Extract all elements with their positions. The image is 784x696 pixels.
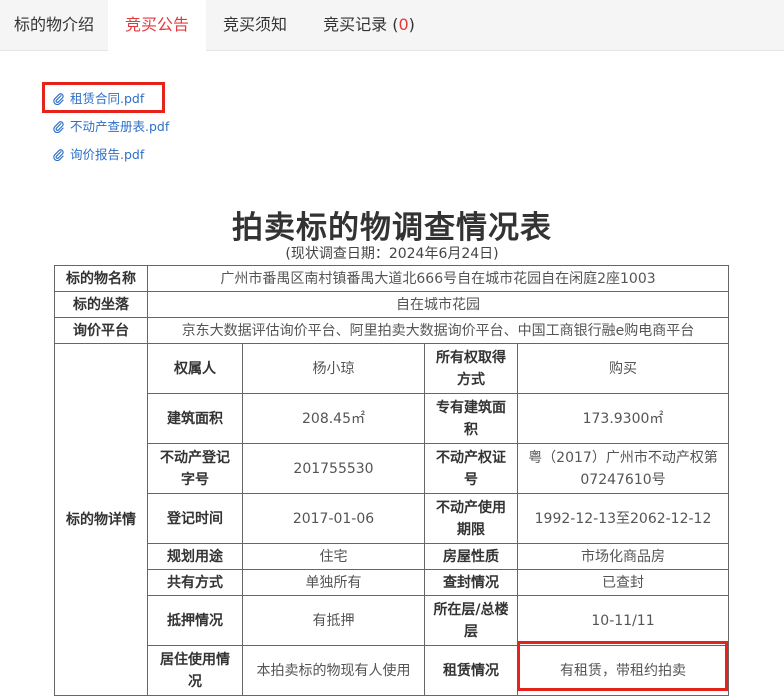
tab-bid-records[interactable]: 竞买记录 (0) — [304, 0, 434, 50]
area-value: 208.45㎡ — [242, 393, 425, 444]
location-value: 自在城市花园 — [146, 291, 730, 318]
seal-label: 查封情况 — [424, 569, 518, 596]
table-row: 标的物名称 广州市番禺区南村镇番禺大道北666号自在城市花园自在闲庭2座1003 — [54, 265, 730, 292]
mortgage-value: 有抵押 — [242, 595, 425, 646]
floor-value: 10-11/11 — [516, 595, 730, 646]
table-row: 不动产登记字号 201755530 不动产权证号 粤（2017）广州市不动产权第… — [55, 443, 730, 494]
paperclip-icon — [53, 93, 64, 106]
location-label: 标的坐落 — [54, 291, 148, 318]
mortgage-label: 抵押情况 — [147, 595, 243, 646]
tab-label: 竞买记录 ( — [323, 15, 399, 34]
reg-time-value: 2017-01-06 — [242, 493, 425, 544]
attachment-name: 不动产查册表.pdf — [70, 119, 170, 134]
tab-auction-notice[interactable]: 竞买公告 — [108, 0, 206, 51]
area-label: 建筑面积 — [147, 393, 243, 444]
tab-bidding-rules[interactable]: 竞买须知 — [206, 0, 304, 50]
name-value: 广州市番禺区南村镇番禺大道北666号自在城市花园自在闲庭2座1003 — [146, 265, 730, 292]
term-label: 不动产使用期限 — [424, 493, 518, 544]
tab-label: 标的物介绍 — [13, 15, 94, 34]
usage-label: 规划用途 — [147, 543, 243, 570]
table-row: 居住使用情况 本拍卖标的物现有人使用 租赁情况 有租赁，带租约拍卖 — [55, 645, 730, 696]
exclusive-area-label: 专有建筑面积 — [424, 393, 518, 444]
nature-label: 房屋性质 — [424, 543, 518, 570]
reg-no-label: 不动产登记字号 — [147, 443, 243, 494]
bid-count: 0 — [398, 15, 409, 34]
survey-table: 标的物名称 广州市番禺区南村镇番禺大道北666号自在城市花园自在闲庭2座1003… — [54, 265, 730, 696]
acquire-value: 购买 — [516, 343, 730, 394]
seal-value: 已查封 — [516, 569, 730, 596]
reg-no-value: 201755530 — [242, 443, 425, 494]
nature-value: 市场化商品房 — [516, 543, 730, 570]
paperclip-icon — [53, 149, 64, 162]
tab-label: 竞买公告 — [124, 15, 189, 34]
share-value: 单独所有 — [242, 569, 425, 596]
table-row: 标的坐落 自在城市花园 — [54, 291, 730, 318]
table-row: 询价平台 京东大数据评估询价平台、阿里拍卖大数据询价平台、中国工商银行融e购电商… — [54, 317, 730, 344]
reg-time-label: 登记时间 — [147, 493, 243, 544]
lease-label: 租赁情况 — [424, 645, 518, 696]
attachment-link-lease-contract[interactable]: 租赁合同.pdf — [52, 88, 144, 107]
table-row: 登记时间 2017-01-06 不动产使用期限 1992-12-13至2062-… — [55, 493, 730, 544]
occupancy-value: 本拍卖标的物现有人使用 — [242, 645, 425, 696]
platform-label: 询价平台 — [54, 317, 148, 344]
details-label: 标的物详情 — [54, 343, 148, 696]
term-value: 1992-12-13至2062-12-12 — [516, 493, 730, 544]
exclusive-area-value: 173.9300㎡ — [516, 393, 730, 444]
attachment-name: 租赁合同.pdf — [70, 91, 145, 106]
attachment-name: 询价报告.pdf — [70, 147, 145, 162]
tab-label-suffix: ) — [408, 15, 415, 34]
table-row: 共有方式 单独所有 查封情况 已查封 — [55, 569, 730, 596]
acquire-label: 所有权取得方式 — [424, 343, 518, 394]
document-title: 拍卖标的物调查情况表 — [232, 210, 552, 246]
cert-value: 粤（2017）广州市不动产权第07247610号 — [516, 443, 730, 494]
attachment-link-property-registry[interactable]: 不动产查册表.pdf — [52, 116, 169, 135]
tab-label: 竞买须知 — [222, 15, 287, 34]
tab-bar: 标的物介绍 竞买公告 竞买须知 竞买记录 (0) — [0, 0, 784, 51]
table-row: 标的物详情 权属人 杨小琼 所有权取得方式 购买 — [54, 343, 730, 696]
paperclip-icon — [53, 121, 64, 134]
table-row: 规划用途 住宅 房屋性质 市场化商品房 — [55, 543, 730, 570]
occupancy-label: 居住使用情况 — [147, 645, 243, 696]
floor-label: 所在层/总楼层 — [424, 595, 518, 646]
tab-item-intro[interactable]: 标的物介绍 — [0, 0, 108, 50]
document-subtitle: (现状调查日期：2024年6月24日) — [285, 246, 499, 262]
usage-value: 住宅 — [242, 543, 425, 570]
platform-value: 京东大数据评估询价平台、阿里拍卖大数据询价平台、中国工商银行融e购电商平台 — [146, 317, 730, 344]
table-row: 建筑面积 208.45㎡ 专有建筑面积 173.9300㎡ — [55, 393, 730, 444]
name-label: 标的物名称 — [54, 265, 148, 292]
owner-label: 权属人 — [147, 343, 243, 394]
share-label: 共有方式 — [147, 569, 243, 596]
table-row: 抵押情况 有抵押 所在层/总楼层 10-11/11 — [55, 595, 730, 646]
owner-value: 杨小琼 — [242, 343, 425, 394]
attachment-link-valuation-report[interactable]: 询价报告.pdf — [52, 144, 144, 163]
cert-label: 不动产权证号 — [424, 443, 518, 494]
lease-value: 有租赁，带租约拍卖 — [516, 645, 730, 696]
